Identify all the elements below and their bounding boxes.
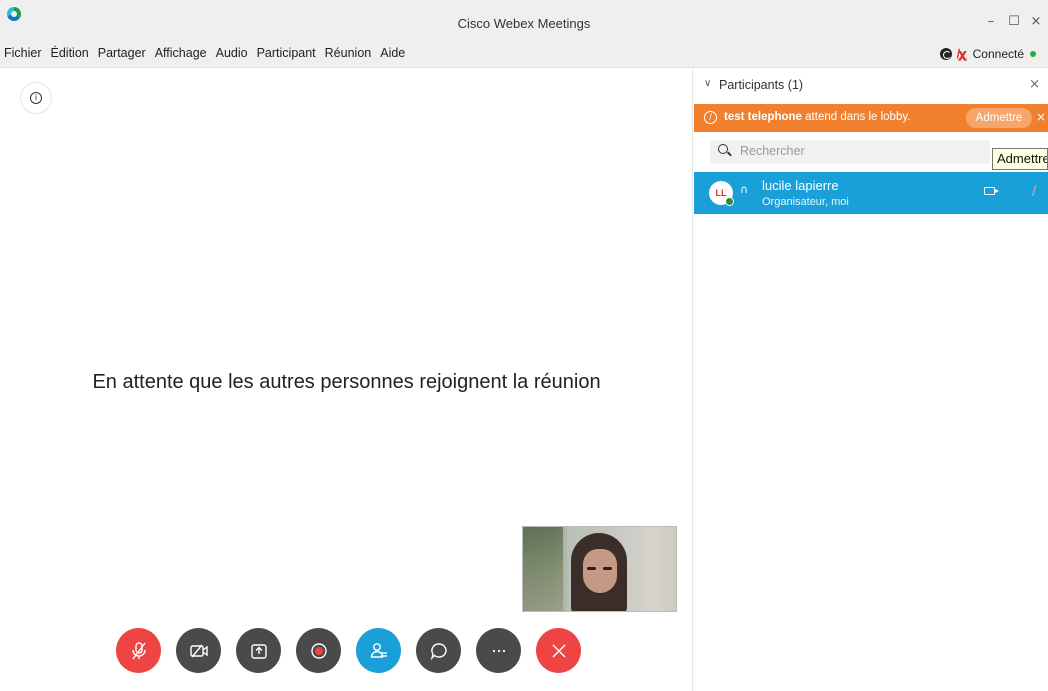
record-button[interactable] [296, 628, 341, 673]
participant-role: Organisateur, moi [762, 196, 849, 208]
participants-panel-header[interactable]: ∨ Participants (1) × [694, 68, 1048, 102]
more-button[interactable] [476, 628, 521, 673]
lobby-message-text: attend dans le lobby. [801, 111, 911, 123]
close-panel-button[interactable]: × [1029, 77, 1040, 92]
chat-button[interactable] [416, 628, 461, 673]
close-window-button[interactable]: × [1027, 14, 1045, 30]
waiting-message: En attente que les autres personnes rejo… [92, 371, 601, 393]
minimize-button[interactable]: – [982, 14, 1000, 30]
mic-muted-icon[interactable]: ̸𝛘 [958, 46, 966, 62]
headset-icon: ∩ [740, 183, 749, 196]
network-icon[interactable] [940, 48, 953, 60]
share-button[interactable] [236, 628, 281, 673]
dismiss-lobby-button[interactable]: × [1036, 110, 1046, 124]
video-off-icon [189, 644, 208, 657]
participant-name: lucile lapierre [762, 178, 839, 193]
menu-partager[interactable]: Partager [98, 46, 146, 60]
chat-icon [430, 642, 447, 660]
camera-icon[interactable] [984, 187, 999, 195]
connection-label: Connecté [972, 47, 1024, 61]
mic-muted-icon [131, 641, 146, 659]
search-icon [718, 144, 728, 154]
avatar: LL [709, 181, 734, 206]
lobby-icon: ∕ [704, 111, 717, 124]
menu-audio[interactable]: Audio [216, 46, 248, 60]
menu-items: Fichier Édition Partager Affichage Audio… [4, 46, 405, 60]
participants-panel: ∨ Participants (1) × ∕ test telephone at… [694, 68, 1048, 691]
menu-participant[interactable]: Participant [257, 46, 316, 60]
maximize-button[interactable]: ☐ [1005, 14, 1023, 30]
more-icon [492, 649, 505, 652]
lobby-notification: ∕ test telephone attend dans le lobby. A… [694, 104, 1048, 132]
meeting-stage: i En attente que les autres personnes re… [0, 68, 693, 691]
search-placeholder: Rechercher [740, 144, 805, 158]
window-title: Cisco Webex Meetings [457, 16, 591, 31]
meeting-info-button[interactable]: i [20, 82, 52, 114]
self-video-background [523, 527, 563, 611]
status-badge [725, 197, 734, 206]
lobby-message: test telephone attend dans le lobby. [724, 111, 910, 123]
chevron-down-icon[interactable]: ∨ [704, 78, 711, 89]
record-icon [310, 642, 327, 659]
info-icon: i [30, 92, 42, 104]
self-video-eye [603, 567, 612, 570]
participant-search-input[interactable]: Rechercher [710, 140, 990, 164]
menu-bar: Fichier Édition Partager Affichage Audio… [0, 40, 1048, 68]
self-video-eye [587, 567, 596, 570]
participant-row[interactable]: LL ∩ lucile lapierre Organisateur, moi / [694, 172, 1048, 214]
menu-affichage[interactable]: Affichage [155, 46, 207, 60]
share-icon [250, 643, 267, 659]
admit-button[interactable]: Admettre [966, 108, 1032, 128]
leave-button[interactable] [536, 628, 581, 673]
video-button[interactable] [176, 628, 221, 673]
mic-muted-icon[interactable]: / [1032, 184, 1036, 199]
participants-button[interactable] [356, 628, 401, 673]
menu-reunion[interactable]: Réunion [325, 46, 372, 60]
participants-icon [370, 642, 387, 658]
lobby-participant-name: test telephone [724, 111, 802, 123]
participants-panel-title: Participants (1) [719, 78, 804, 92]
menu-edition[interactable]: Édition [51, 46, 89, 60]
connection-status[interactable]: ̸𝛘 Connecté [940, 46, 1036, 62]
title-bar: Cisco Webex Meetings – ☐ × [0, 0, 1048, 40]
avatar-initials: LL [715, 188, 727, 198]
mute-button[interactable] [116, 628, 161, 673]
connected-dot-icon [1030, 51, 1036, 57]
admit-tooltip: Admettre [992, 148, 1048, 170]
meeting-toolbar [116, 628, 581, 673]
self-video-face [583, 549, 617, 593]
menu-aide[interactable]: Aide [380, 46, 405, 60]
self-video-preview[interactable] [522, 526, 677, 612]
menu-fichier[interactable]: Fichier [4, 46, 42, 60]
close-icon [552, 644, 565, 657]
